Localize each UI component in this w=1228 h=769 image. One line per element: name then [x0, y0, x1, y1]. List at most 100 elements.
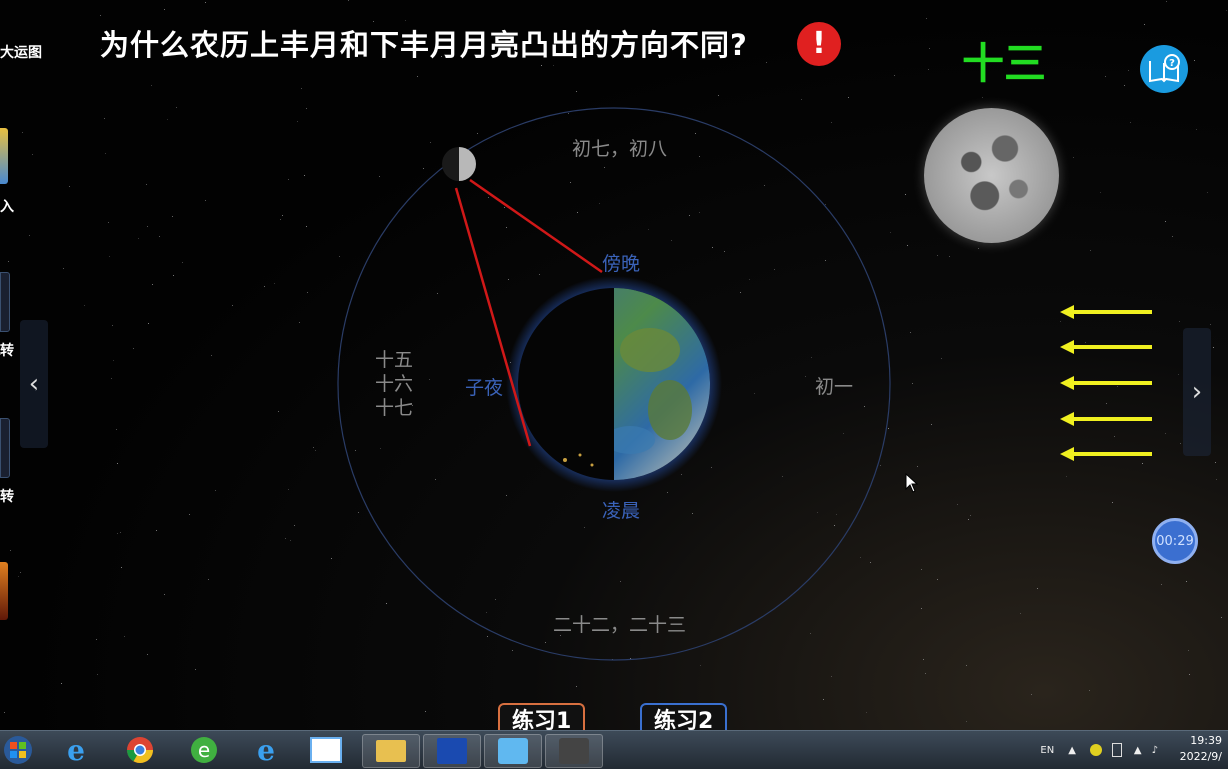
taskbar-window[interactable]	[308, 734, 344, 766]
battery-icon[interactable]	[1111, 743, 1122, 757]
star	[1020, 613, 1021, 614]
star	[121, 567, 122, 568]
tray-app-icon[interactable]	[1089, 744, 1102, 756]
star	[506, 227, 507, 228]
star	[1106, 403, 1107, 404]
star	[1165, 433, 1166, 434]
star	[182, 262, 183, 263]
star	[912, 383, 913, 384]
star	[124, 636, 125, 637]
star	[825, 204, 826, 205]
star	[1144, 24, 1145, 25]
star	[487, 636, 488, 637]
taskbar-ie[interactable]: e	[58, 733, 94, 767]
star	[1216, 479, 1217, 480]
star	[667, 492, 668, 493]
star	[348, 0, 349, 1]
star	[1194, 60, 1195, 61]
star	[486, 612, 487, 613]
star	[116, 429, 117, 430]
star	[695, 133, 696, 134]
star	[870, 562, 871, 563]
sidebar-tile[interactable]	[0, 562, 8, 620]
taskbar: e e e EN ▲ ▲ ♪ 19:39 2022/9/	[0, 730, 1228, 769]
star	[576, 91, 577, 92]
clock-time: 19:39	[1190, 734, 1222, 747]
star	[63, 268, 64, 269]
star	[69, 186, 70, 187]
orbit-label-left: 十五 十六 十七	[375, 348, 413, 420]
sidebar-tile[interactable]	[0, 272, 10, 332]
prev-button[interactable]: ‹	[20, 320, 48, 448]
timer-badge[interactable]: 00:29	[1152, 518, 1198, 564]
star	[970, 515, 971, 516]
orbit-label-left-line: 十七	[375, 397, 414, 419]
chevron-up-icon[interactable]: ▲	[1068, 745, 1076, 756]
orbit-label-left-line: 十五	[375, 349, 414, 371]
alert-icon[interactable]: !	[797, 22, 841, 66]
star	[425, 711, 426, 712]
star	[1089, 690, 1090, 691]
volume-icon[interactable]: ♪	[1152, 745, 1158, 756]
star	[429, 379, 430, 380]
taskbar-explorer[interactable]	[362, 734, 420, 768]
star	[825, 260, 826, 261]
start-button[interactable]	[0, 734, 36, 766]
sidebar-tile[interactable]	[0, 418, 10, 478]
star	[167, 119, 168, 120]
star	[417, 76, 418, 77]
taskbar-chrome[interactable]	[122, 734, 158, 766]
star	[1186, 581, 1187, 582]
sidebar-tile[interactable]	[0, 128, 8, 184]
next-button[interactable]: ›	[1183, 328, 1211, 456]
star	[147, 654, 148, 655]
signal-icon[interactable]: ▲	[1134, 745, 1142, 756]
star	[978, 248, 979, 249]
star	[584, 527, 585, 528]
star	[699, 156, 700, 157]
star	[288, 179, 289, 180]
star	[831, 676, 832, 677]
orbit-label-bottom: 二十二，二十三	[553, 614, 687, 636]
orbit-label-top: 初七，初八	[572, 138, 668, 160]
star	[1179, 321, 1180, 322]
star	[564, 376, 565, 377]
taskbar-app-2[interactable]	[484, 734, 542, 768]
taskbar-ie2[interactable]: e	[248, 734, 284, 767]
star	[1031, 694, 1032, 695]
star	[104, 118, 105, 119]
star	[1196, 129, 1197, 130]
star	[120, 532, 121, 533]
star	[612, 659, 613, 660]
star	[1189, 674, 1190, 675]
star	[774, 269, 775, 270]
star	[1112, 502, 1113, 503]
star	[925, 673, 926, 674]
star	[1037, 588, 1038, 589]
star	[111, 378, 112, 379]
star	[148, 323, 149, 324]
arrow-left-icon	[1060, 305, 1152, 319]
language-indicator[interactable]: EN	[1040, 745, 1054, 756]
star	[138, 238, 139, 239]
taskbar-app-1[interactable]	[423, 734, 481, 768]
star	[264, 286, 265, 287]
system-clock[interactable]: 19:39 2022/9/	[1180, 733, 1222, 765]
taskbar-browser[interactable]: e	[186, 734, 222, 766]
taskbar-app-3[interactable]	[545, 734, 603, 768]
star	[578, 389, 579, 390]
star	[805, 376, 806, 377]
star	[506, 495, 507, 496]
star	[1066, 476, 1067, 477]
star	[928, 69, 929, 70]
star	[848, 97, 849, 98]
star	[297, 121, 298, 122]
orbit-label-right: 初一	[815, 376, 854, 398]
star	[358, 512, 359, 513]
ie-icon: e	[67, 733, 85, 767]
star	[97, 674, 98, 675]
star	[313, 447, 314, 448]
help-button[interactable]: ?	[1140, 45, 1188, 93]
window-icon	[310, 737, 342, 763]
star	[764, 185, 765, 186]
